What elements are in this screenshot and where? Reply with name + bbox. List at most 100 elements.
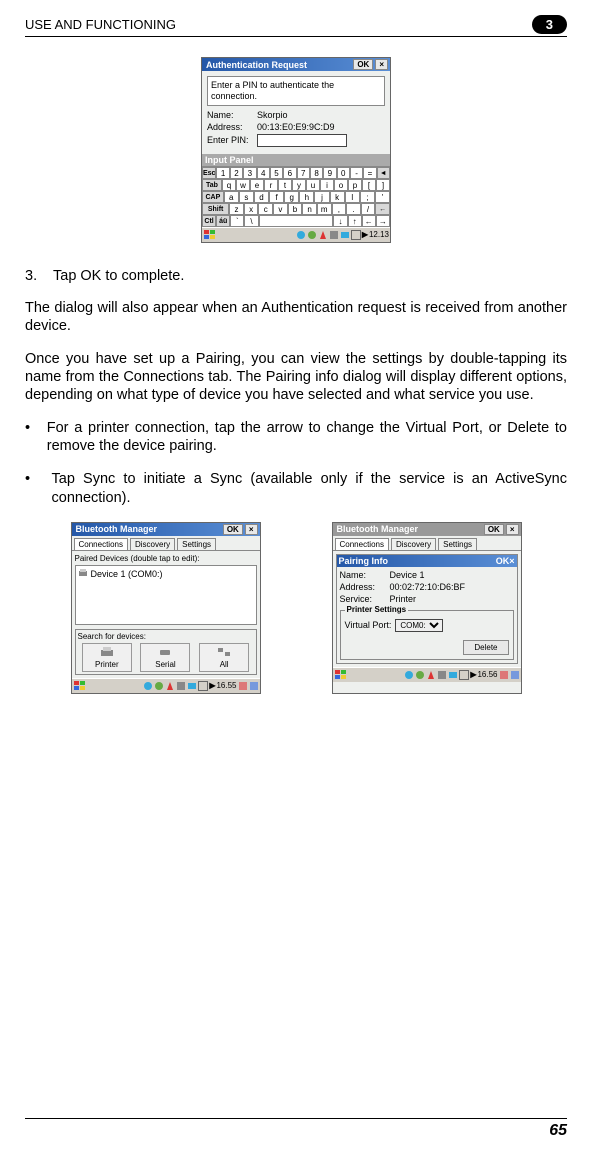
start-icon[interactable] <box>73 680 87 692</box>
tray-icon[interactable] <box>296 230 306 240</box>
key[interactable]: 7 <box>297 167 310 179</box>
tray-icon[interactable] <box>340 230 350 240</box>
auth-ok-button[interactable]: OK <box>353 59 373 70</box>
key-backspace[interactable]: ◄ <box>377 167 390 179</box>
key[interactable]: f <box>269 191 284 203</box>
key[interactable]: j <box>314 191 329 203</box>
tab-connections[interactable]: Connections <box>74 538 128 550</box>
tab-settings[interactable]: Settings <box>438 538 477 550</box>
start-icon[interactable] <box>203 229 217 241</box>
auth-close-button[interactable]: × <box>375 59 388 70</box>
key[interactable]: n <box>302 203 317 215</box>
key[interactable]: ; <box>360 191 375 203</box>
key-esc[interactable]: Esc <box>202 167 216 179</box>
key[interactable]: m <box>317 203 332 215</box>
desktop-icon[interactable] <box>249 681 259 691</box>
key[interactable]: z <box>229 203 244 215</box>
key[interactable]: - <box>350 167 363 179</box>
keyboard-icon[interactable] <box>351 230 361 240</box>
key[interactable]: i <box>320 179 334 191</box>
bt-right-ok-button[interactable]: OK <box>484 524 504 535</box>
tray-icon[interactable] <box>437 670 447 680</box>
tray-icon[interactable] <box>165 681 175 691</box>
tray-icon[interactable] <box>426 670 436 680</box>
tray-icon[interactable] <box>307 230 317 240</box>
bt-left-ok-button[interactable]: OK <box>223 524 243 535</box>
pairing-ok-button[interactable]: OK <box>496 556 510 566</box>
delete-button[interactable]: Delete <box>463 640 508 655</box>
key[interactable]: y <box>292 179 306 191</box>
tab-connections[interactable]: Connections <box>335 538 389 550</box>
tray-icon[interactable] <box>318 230 328 240</box>
key[interactable]: ' <box>375 191 390 203</box>
key-down[interactable]: ↓ <box>333 215 347 227</box>
desktop-icon[interactable] <box>510 670 520 680</box>
key-ctl[interactable]: Ctl <box>202 215 216 227</box>
search-button-all[interactable]: All <box>199 643 249 672</box>
pairing-close-button[interactable]: × <box>509 556 514 566</box>
desktop-icon[interactable] <box>238 681 248 691</box>
tray-icon[interactable] <box>154 681 164 691</box>
tray-icon[interactable] <box>187 681 197 691</box>
tray-icon[interactable] <box>448 670 458 680</box>
key[interactable]: . <box>346 203 361 215</box>
tray-icon[interactable] <box>176 681 186 691</box>
tab-discovery[interactable]: Discovery <box>130 538 175 550</box>
key-space[interactable] <box>259 215 334 227</box>
key-up[interactable]: ↑ <box>348 215 362 227</box>
key[interactable]: t <box>278 179 292 191</box>
key[interactable]: w <box>236 179 250 191</box>
key-left[interactable]: ← <box>362 215 376 227</box>
bt-right-close-button[interactable]: × <box>506 524 519 535</box>
key[interactable]: a <box>224 191 239 203</box>
key[interactable]: 1 <box>216 167 229 179</box>
key[interactable]: 8 <box>310 167 323 179</box>
key[interactable]: b <box>288 203 303 215</box>
tab-settings[interactable]: Settings <box>177 538 216 550</box>
key[interactable]: k <box>330 191 345 203</box>
bt-left-close-button[interactable]: × <box>245 524 258 535</box>
key[interactable]: , <box>332 203 347 215</box>
key[interactable]: ] <box>376 179 390 191</box>
key[interactable]: x <box>244 203 259 215</box>
tab-discovery[interactable]: Discovery <box>391 538 436 550</box>
start-icon[interactable] <box>334 669 348 681</box>
key[interactable]: v <box>273 203 288 215</box>
auth-pin-input[interactable] <box>257 134 347 147</box>
desktop-icon[interactable] <box>499 670 509 680</box>
key[interactable]: / <box>361 203 376 215</box>
key[interactable]: 3 <box>243 167 256 179</box>
key[interactable]: \ <box>244 215 258 227</box>
key[interactable]: [ <box>362 179 376 191</box>
key[interactable]: o <box>334 179 348 191</box>
key-tab[interactable]: Tab <box>202 179 222 191</box>
key[interactable]: 2 <box>230 167 243 179</box>
paired-devices-list[interactable]: Device 1 (COM0:) <box>75 565 257 625</box>
tray-icon[interactable] <box>415 670 425 680</box>
tray-icon[interactable] <box>404 670 414 680</box>
key[interactable]: r <box>264 179 278 191</box>
key-cap[interactable]: CAP <box>202 191 224 203</box>
key[interactable]: q <box>222 179 236 191</box>
key-shift[interactable]: Shift <box>202 203 229 215</box>
key[interactable]: h <box>299 191 314 203</box>
key[interactable]: s <box>239 191 254 203</box>
key[interactable]: 0 <box>337 167 350 179</box>
tray-icon[interactable] <box>329 230 339 240</box>
search-button-printer[interactable]: Printer <box>82 643 132 672</box>
key[interactable]: 9 <box>323 167 336 179</box>
key[interactable]: e <box>250 179 264 191</box>
keyboard-icon[interactable] <box>198 681 208 691</box>
key[interactable]: g <box>284 191 299 203</box>
key[interactable]: u <box>306 179 320 191</box>
key[interactable]: 4 <box>257 167 270 179</box>
key[interactable]: 5 <box>270 167 283 179</box>
key[interactable]: 6 <box>283 167 296 179</box>
key-right[interactable]: → <box>376 215 390 227</box>
key[interactable]: = <box>363 167 376 179</box>
tray-icon[interactable] <box>143 681 153 691</box>
device-item[interactable]: Device 1 (COM0:) <box>78 568 254 580</box>
key-enter[interactable]: ← <box>375 203 390 215</box>
search-button-serial[interactable]: Serial <box>140 643 190 672</box>
key[interactable]: l <box>345 191 360 203</box>
